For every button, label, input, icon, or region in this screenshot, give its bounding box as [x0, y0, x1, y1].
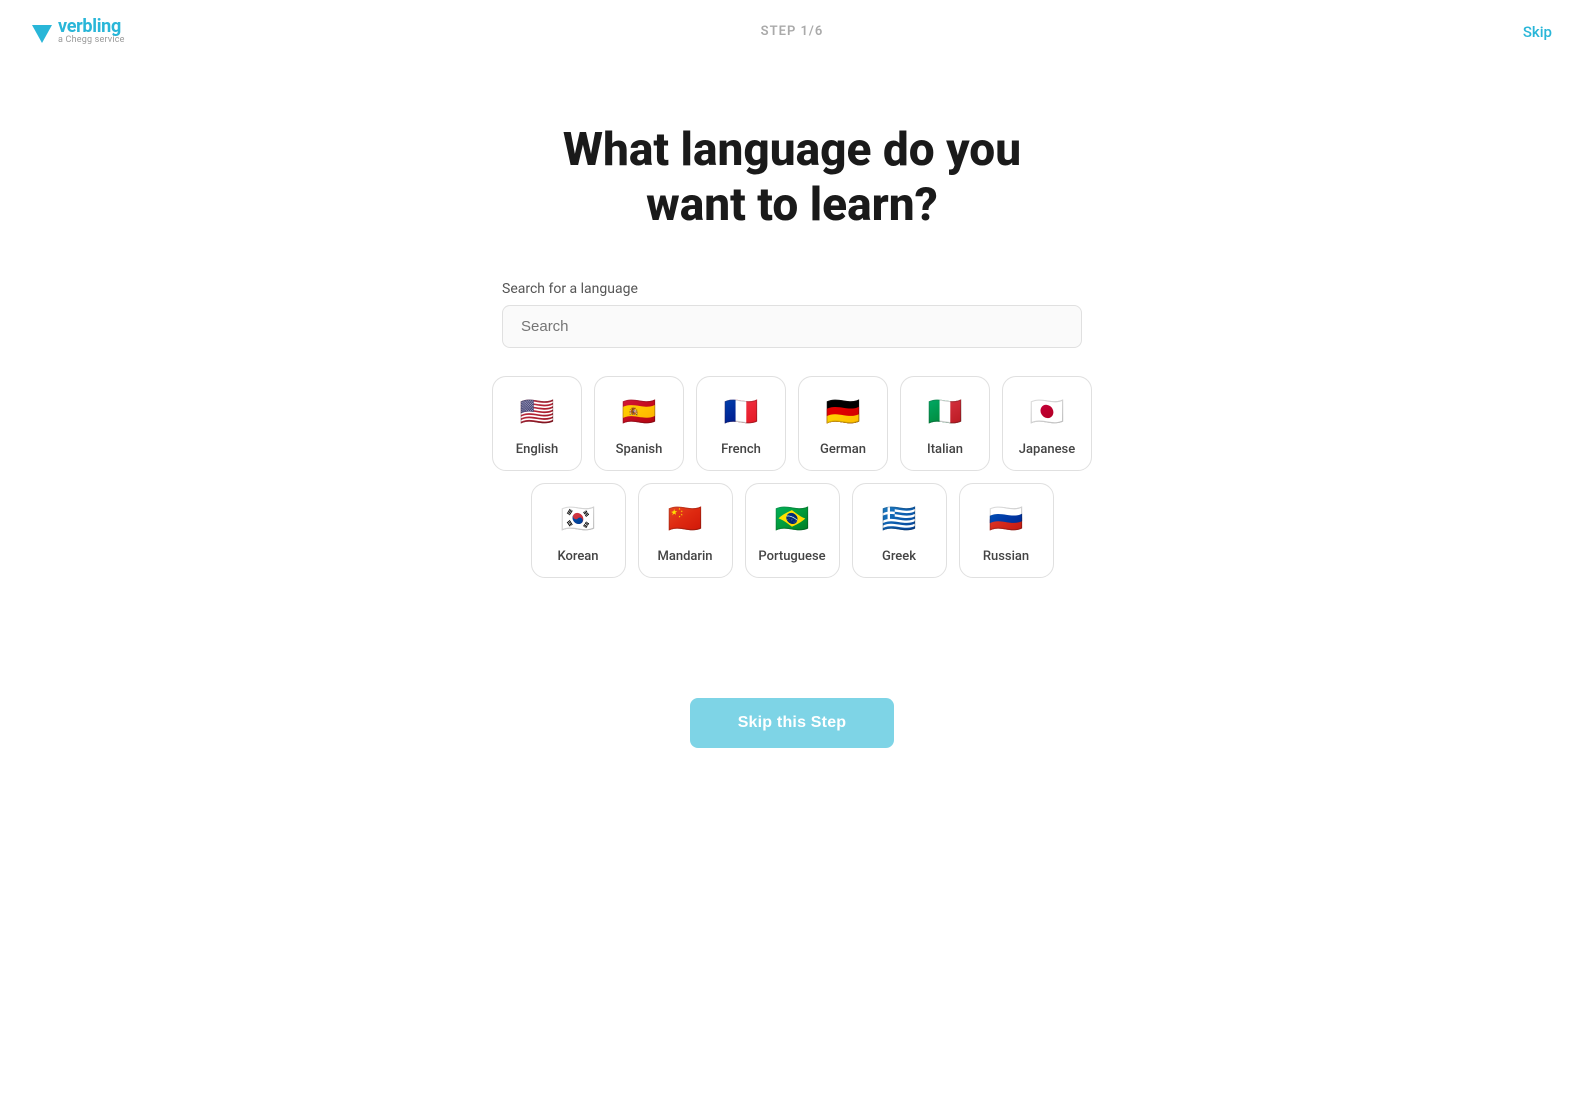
page-title: What language do you want to learn? [563, 123, 1021, 233]
main-content: What language do you want to learn? Sear… [0, 63, 1584, 748]
language-row-2: 🇰🇷 Korean 🇨🇳 Mandarin 🇧🇷 Portuguese 🇬🇷 G… [492, 483, 1092, 578]
search-section: Search for a language [502, 281, 1082, 348]
language-name-english: English [516, 442, 559, 457]
language-card-english[interactable]: 🇺🇸 English [492, 376, 582, 471]
skip-link[interactable]: Skip [1523, 23, 1552, 41]
flag-greek: 🇬🇷 [877, 497, 921, 541]
language-name-russian: Russian [983, 549, 1029, 564]
language-name-italian: Italian [927, 442, 963, 457]
language-name-japanese: Japanese [1019, 442, 1075, 457]
language-card-italian[interactable]: 🇮🇹 Italian [900, 376, 990, 471]
language-card-greek[interactable]: 🇬🇷 Greek [852, 483, 947, 578]
flag-portuguese: 🇧🇷 [770, 497, 814, 541]
logo-text: verbling a Chegg service [58, 18, 125, 45]
language-card-french[interactable]: 🇫🇷 French [696, 376, 786, 471]
flag-english: 🇺🇸 [515, 390, 559, 434]
language-card-japanese[interactable]: 🇯🇵 Japanese [1002, 376, 1092, 471]
flag-french: 🇫🇷 [719, 390, 763, 434]
flag-italian: 🇮🇹 [923, 390, 967, 434]
logo-sub: a Chegg service [58, 36, 125, 45]
language-card-russian[interactable]: 🇷🇺 Russian [959, 483, 1054, 578]
language-name-portuguese: Portuguese [758, 549, 825, 564]
language-name-greek: Greek [882, 549, 916, 564]
flag-mandarin: 🇨🇳 [663, 497, 707, 541]
language-card-german[interactable]: 🇩🇪 German [798, 376, 888, 471]
language-name-french: French [721, 442, 761, 457]
search-input[interactable] [502, 305, 1082, 348]
flag-russian: 🇷🇺 [984, 497, 1028, 541]
logo: verbling a Chegg service [32, 18, 125, 45]
language-grid: 🇺🇸 English 🇪🇸 Spanish 🇫🇷 French 🇩🇪 Germa… [492, 376, 1092, 578]
flag-spanish: 🇪🇸 [617, 390, 661, 434]
skip-step-button[interactable]: Skip this Step [690, 698, 895, 748]
search-label: Search for a language [502, 281, 1082, 297]
language-name-spanish: Spanish [616, 442, 663, 457]
language-row-1: 🇺🇸 English 🇪🇸 Spanish 🇫🇷 French 🇩🇪 Germa… [492, 376, 1092, 471]
logo-triangle-icon [32, 25, 52, 43]
language-name-german: German [820, 442, 866, 457]
language-name-mandarin: Mandarin [657, 549, 712, 564]
language-card-spanish[interactable]: 🇪🇸 Spanish [594, 376, 684, 471]
flag-korean: 🇰🇷 [556, 497, 600, 541]
step-indicator: STEP 1/6 [761, 24, 824, 39]
flag-japanese: 🇯🇵 [1025, 390, 1069, 434]
header: verbling a Chegg service STEP 1/6 Skip [0, 0, 1584, 63]
language-name-korean: Korean [557, 549, 598, 564]
flag-german: 🇩🇪 [821, 390, 865, 434]
logo-brand: verbling [58, 18, 125, 36]
language-card-mandarin[interactable]: 🇨🇳 Mandarin [638, 483, 733, 578]
language-card-korean[interactable]: 🇰🇷 Korean [531, 483, 626, 578]
language-card-portuguese[interactable]: 🇧🇷 Portuguese [745, 483, 840, 578]
